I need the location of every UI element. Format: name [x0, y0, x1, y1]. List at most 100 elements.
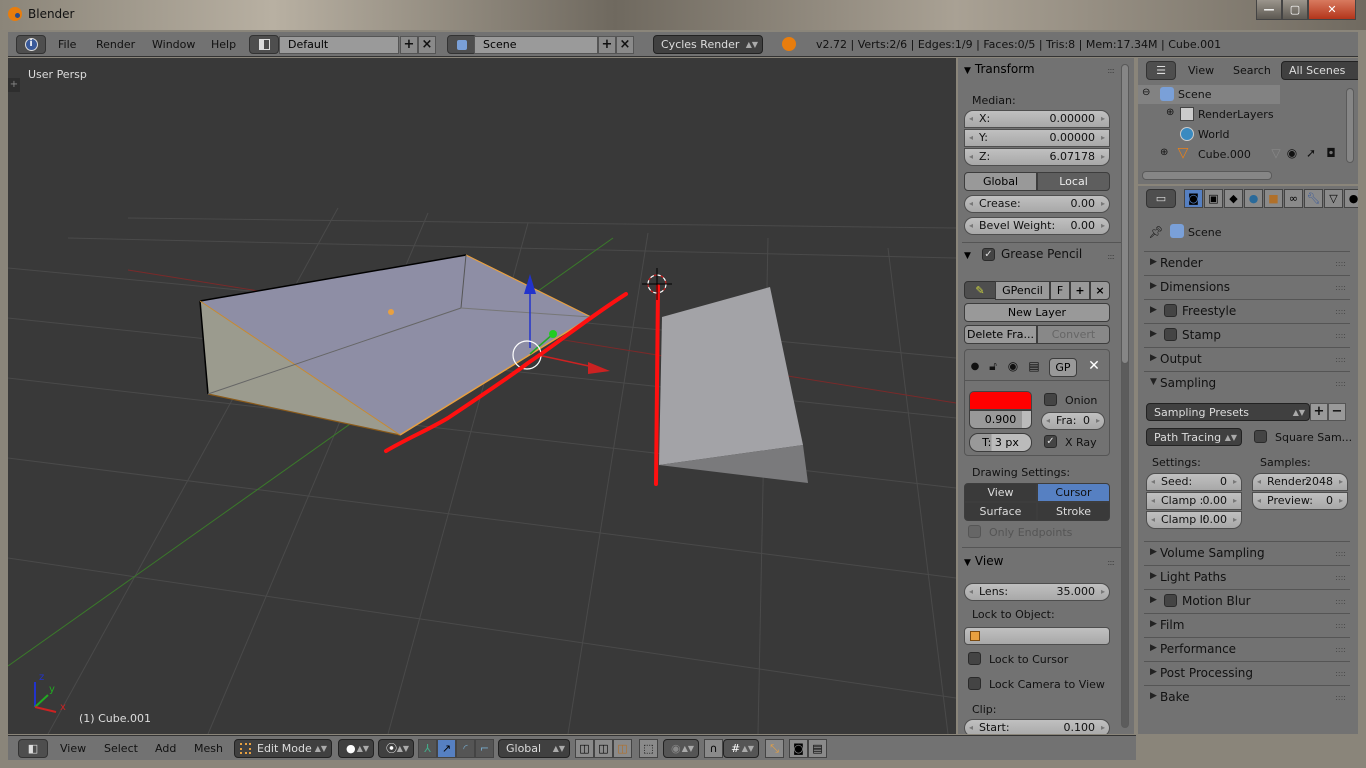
snap-target-button[interactable]: ⤡: [765, 739, 784, 758]
pivot-point-dropdown[interactable]: ⦿ ▲▼: [378, 739, 414, 758]
remove-layer-icon[interactable]: ✕: [1086, 358, 1102, 374]
gpencil-browse-button[interactable]: ✎: [964, 281, 996, 299]
panel-motion-blur[interactable]: ▶ Motion Blur::::: [1144, 589, 1350, 613]
draw-mode-surface[interactable]: Surface: [964, 502, 1037, 521]
manipulator-toggle[interactable]: ⅄: [418, 739, 437, 758]
draw-mode-cursor[interactable]: Cursor: [1037, 483, 1110, 502]
panel-film[interactable]: ▶ Film::::: [1144, 613, 1350, 637]
tab-render[interactable]: ◙: [1184, 189, 1203, 208]
expand-icon[interactable]: ⊕: [1160, 147, 1168, 158]
close-button[interactable]: ✕: [1308, 0, 1356, 20]
panel-stamp[interactable]: ▶ Stamp::::: [1144, 323, 1350, 347]
active-layer-radio-icon[interactable]: ●: [970, 361, 980, 372]
add-screen-button[interactable]: +: [400, 36, 418, 54]
drag-grip-icon[interactable]: ::::: [1335, 549, 1346, 558]
pin-icon[interactable]: 📌︎: [1148, 224, 1164, 240]
drag-grip-icon[interactable]: ::::: [1335, 355, 1346, 364]
crease-field[interactable]: Crease:0.00: [964, 195, 1110, 213]
tab-render-layers[interactable]: ▣: [1204, 189, 1223, 208]
preview-samples-field[interactable]: Preview:0: [1252, 492, 1348, 510]
onion-frames-field[interactable]: Fra:0: [1041, 412, 1105, 430]
onion-checkbox[interactable]: [1044, 393, 1057, 406]
eye-icon[interactable]: ◉: [1006, 358, 1020, 374]
tab-data[interactable]: ▽: [1324, 189, 1343, 208]
unlock-icon[interactable]: 🔓︎: [986, 358, 1000, 374]
outliner-item-scene[interactable]: Scene: [1178, 88, 1212, 101]
face-select-button[interactable]: ◫: [613, 739, 632, 758]
menu-help[interactable]: Help: [211, 38, 236, 51]
gpencil-datablock-field[interactable]: GPencil: [995, 281, 1050, 300]
sampling-presets-dropdown[interactable]: Sampling Presets ▲▼: [1146, 403, 1310, 421]
mode-dropdown[interactable]: Edit Mode ▲▼: [234, 739, 332, 758]
layer-name-field[interactable]: GP: [1049, 358, 1077, 377]
render-engine-dropdown[interactable]: Cycles Render ▲▼: [653, 35, 763, 54]
outliner-editor-type-button[interactable]: ☰: [1146, 61, 1176, 80]
menu-view[interactable]: View: [60, 742, 86, 755]
outliner-menu-search[interactable]: Search: [1233, 64, 1271, 77]
drag-grip-icon[interactable]: ::::: [1335, 259, 1346, 268]
scale-manipulator-button[interactable]: ⌐: [475, 739, 494, 758]
vertex-select-button[interactable]: ◫: [575, 739, 594, 758]
drag-grip-icon[interactable]: ::::: [1335, 693, 1346, 702]
only-endpoints-checkbox[interactable]: [968, 525, 981, 538]
sampling-panel-header[interactable]: ▼ Sampling::::: [1144, 371, 1350, 395]
clamp-indirect-field[interactable]: Clamp I:0.00: [1146, 511, 1242, 529]
view3d-editor-type-button[interactable]: ◧: [18, 739, 48, 758]
panel-enable-checkbox[interactable]: [1164, 594, 1177, 607]
delete-frame-button[interactable]: Delete Fra...: [964, 325, 1037, 344]
properties-editor-type-button[interactable]: ▭: [1146, 189, 1176, 208]
tab-object[interactable]: ■: [1264, 189, 1283, 208]
lock-to-object-field[interactable]: [964, 627, 1110, 645]
menu-window[interactable]: Window: [152, 38, 195, 51]
maximize-button[interactable]: ▢: [1282, 0, 1308, 20]
outliner-scrollbar[interactable]: [1346, 88, 1354, 163]
panel-bake[interactable]: ▶ Bake::::: [1144, 685, 1350, 709]
transform-panel-header[interactable]: ▼ Transform: [964, 62, 1035, 76]
new-layer-button[interactable]: New Layer: [964, 303, 1110, 322]
tab-constraints[interactable]: ∞: [1284, 189, 1303, 208]
xray-checkbox[interactable]: ✓: [1044, 435, 1057, 448]
3d-viewport[interactable]: User Persp + z y x (1) Cube.001: [8, 58, 956, 734]
new-gpencil-button[interactable]: +: [1070, 281, 1090, 300]
clip-start-field[interactable]: Start:0.100: [964, 719, 1110, 734]
clamp-direct-field[interactable]: Clamp :0.00: [1146, 492, 1242, 510]
opengl-render-animation-button[interactable]: ▤: [808, 739, 827, 758]
tab-world[interactable]: ●: [1244, 189, 1263, 208]
lock-to-cursor-checkbox[interactable]: [968, 652, 981, 665]
panel-performance[interactable]: ▶ Performance::::: [1144, 637, 1350, 661]
drag-grip-icon[interactable]: ::::: [1335, 307, 1346, 316]
renderable-camera-icon[interactable]: ◘: [1324, 146, 1338, 160]
drag-grip-icon[interactable]: ::::: [1335, 573, 1346, 582]
rotate-manipulator-button[interactable]: ◜: [456, 739, 475, 758]
outliner-item-renderlayers[interactable]: RenderLayers: [1198, 108, 1274, 121]
menu-add[interactable]: Add: [155, 742, 176, 755]
remove-preset-button[interactable]: −: [1328, 403, 1346, 421]
clapboard-icon[interactable]: ▤: [1026, 358, 1042, 374]
snap-toggle[interactable]: ∩: [704, 739, 723, 758]
panel-dimensions[interactable]: ▶ Dimensions::::: [1144, 275, 1350, 299]
minimize-button[interactable]: —: [1256, 0, 1282, 20]
panel-freestyle[interactable]: ▶ Freestyle::::: [1144, 299, 1350, 323]
lock-camera-to-view-checkbox[interactable]: [968, 677, 981, 690]
toolshelf-toggle[interactable]: +: [8, 78, 20, 92]
outliner-item-world[interactable]: World: [1198, 128, 1230, 141]
screen-layout-selector[interactable]: [249, 35, 279, 54]
visibility-eye-icon[interactable]: ◉: [1285, 146, 1299, 160]
translate-manipulator-button[interactable]: ↗: [437, 739, 456, 758]
outliner-display-mode-dropdown[interactable]: All Scenes: [1281, 61, 1358, 80]
local-toggle[interactable]: Local: [1037, 172, 1110, 191]
seed-field[interactable]: Seed:0: [1146, 473, 1242, 491]
median-y-field[interactable]: Y:0.00000: [964, 129, 1110, 147]
global-toggle[interactable]: Global: [964, 172, 1037, 191]
thickness-field[interactable]: T: 3 px: [969, 433, 1032, 452]
menu-mesh[interactable]: Mesh: [194, 742, 223, 755]
panel-output[interactable]: ▶ Output::::: [1144, 347, 1350, 371]
panel-post-processing[interactable]: ▶ Post Processing::::: [1144, 661, 1350, 685]
collapse-icon[interactable]: ⊖: [1142, 87, 1150, 98]
panel-light-paths[interactable]: ▶ Light Paths::::: [1144, 565, 1350, 589]
screen-layout-field[interactable]: Default: [279, 36, 399, 54]
bevel-weight-field[interactable]: Bevel Weight:0.00: [964, 217, 1110, 235]
grease-pencil-panel-header[interactable]: ▼: [964, 247, 975, 261]
tab-modifiers[interactable]: 🔧︎: [1304, 189, 1323, 208]
square-samples-checkbox[interactable]: [1254, 430, 1267, 443]
